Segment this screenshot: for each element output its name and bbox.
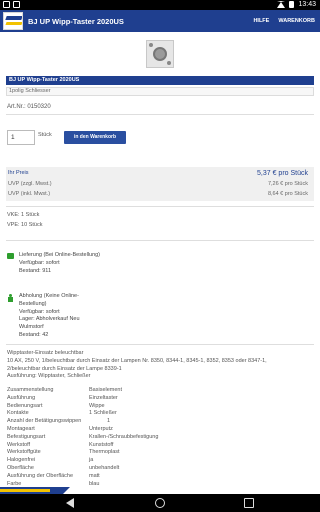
spec-row: Ausführung Einzeltaster — [7, 395, 207, 403]
add-to-cart-button[interactable]: in den Warenkorb — [64, 131, 126, 144]
spec-key: Oberfläche — [7, 464, 34, 471]
delivery-line: Verfügbar: sofort — [19, 259, 60, 266]
battery-icon — [289, 1, 295, 8]
app-bar: BJ UP Wipp-Taster 2020US HILFE WARENKORB — [0, 10, 320, 32]
spec-row: Oberfläche unbehandelt — [7, 465, 207, 473]
divider — [6, 114, 314, 115]
pickup-line: Wulmstorf — [19, 324, 44, 331]
spec-row: Bedienungsart Wippe — [7, 403, 207, 411]
wifi-icon — [277, 1, 286, 8]
product-subtitle: 1polig Schliesser — [6, 87, 314, 96]
spec-key: Kontakte — [7, 410, 29, 417]
price-row-uvp-incl: UVP (inkl. Mwst.) 8,64 € pro Stück — [6, 191, 314, 200]
divider — [6, 240, 314, 241]
back-icon[interactable] — [66, 498, 74, 508]
description-line: Wipptaster-Einsatz beleuchtbar — [7, 350, 84, 356]
spec-row: Anzahl der Betätigungswippen 1 — [7, 418, 207, 426]
uvp-excl-value: 7,26 € pro Stück — [267, 181, 308, 187]
delivery-line: Lieferung (Bei Online-Bestellung) — [19, 252, 101, 258]
spec-value: Krallen-/Schraubbefestigung — [89, 433, 159, 440]
spec-value: unbehandelt — [89, 464, 120, 471]
spec-value: blau — [89, 480, 100, 487]
spec-value: Wippe — [89, 402, 105, 409]
spec-value: 1 Schließer — [89, 410, 117, 417]
status-bar: 13:43 — [0, 0, 320, 10]
description-line: 10 AX, 250 V, 1/beleuchtbar durch Einsat… — [7, 357, 267, 364]
spec-key: Ausführung — [7, 394, 36, 401]
spec-row: Halogenfrei ja — [7, 457, 207, 465]
clock: 13:43 — [298, 1, 316, 8]
brand-logo[interactable] — [3, 12, 23, 30]
price-value: 5,37 € pro Stück — [257, 170, 308, 177]
quantity-unit-label: Stück — [38, 132, 52, 138]
product-description: Wipptaster-Einsatz beleuchtbar 10 AX, 25… — [7, 350, 307, 381]
spec-row: Montageart Unterputz — [7, 426, 207, 434]
spec-value: 1 — [107, 418, 111, 425]
spec-value: ja — [89, 457, 94, 464]
uvp-incl-label: UVP (inkl. Mwst.) — [8, 191, 51, 197]
spec-key: Bedienungsart — [7, 402, 43, 409]
price-row-uvp-excl: UVP (zzgl. Mwst.) 7,26 € pro Stück — [6, 181, 314, 190]
app-title: BJ UP Wipp-Taster 2020US — [28, 16, 124, 26]
spec-key: Zusammenstellung — [7, 387, 54, 393]
article-number: Art.Nr.: 0150320 — [7, 104, 51, 110]
spec-value: Kunststoff — [89, 441, 114, 448]
divider — [6, 206, 314, 207]
divider — [6, 344, 314, 345]
pickup-line: Verfügbar: sofort — [19, 308, 60, 315]
spec-value: matt — [89, 472, 100, 479]
spec-value: Unterputz — [89, 425, 113, 432]
spec-table: Zusammenstellung Basiselement Ausführung E… — [7, 387, 207, 488]
spec-row: Ausführung der Oberfläche matt — [7, 473, 207, 481]
product-image[interactable] — [146, 40, 174, 68]
spec-value: Einzeltaster — [89, 394, 118, 401]
spec-row: Zusammenstellung Basiselement — [7, 387, 207, 395]
price-box: Ihr Preis 5,37 € pro Stück UVP (zzgl. Mw… — [6, 167, 314, 201]
spec-key: Anzahl der Betätigungswippen — [7, 418, 82, 425]
help-menu-item[interactable]: HILFE — [253, 18, 269, 24]
product-title: BJ UP Wipp-Taster 2020US — [6, 76, 314, 85]
vke-text: VKE: 1 Stück — [7, 212, 40, 218]
spec-row: Kontakte 1 Schließer — [7, 410, 207, 418]
description-line: 2/beleuchtbar durch Einsatz der Lampe 83… — [7, 365, 122, 372]
uvp-incl-value: 8,64 € pro Stück — [267, 191, 308, 197]
spec-key: Ausführung der Oberfläche — [7, 472, 74, 479]
truck-icon — [7, 253, 14, 259]
spec-value: Basiselement — [89, 387, 123, 393]
notification-icon — [3, 1, 10, 8]
spec-key: Werkstoffgüte — [7, 449, 41, 456]
pickup-line: Bestand: 42 — [19, 331, 49, 338]
system-nav-bar — [0, 494, 320, 512]
spec-row: Befestigungsart Krallen-/Schraubbefestigu… — [7, 434, 207, 442]
spec-row: Werkstoffgüte Thermoplast — [7, 449, 207, 457]
cart-menu-item[interactable]: WARENKORB — [278, 18, 315, 24]
footer-brand-stripe-yellow — [0, 489, 50, 492]
recent-apps-icon[interactable] — [244, 498, 254, 508]
pickup-line: Bestellung) — [19, 300, 47, 307]
spec-key: Werkstoff — [7, 441, 31, 448]
spec-row: Werkstoff Kunststoff — [7, 442, 207, 450]
spec-key: Befestigungsart — [7, 433, 46, 440]
vpe-text: VPE: 10 Stück — [7, 222, 43, 228]
pickup-line: Lager: Abholverkauf Neu — [19, 316, 80, 323]
delivery-line: Bestand: 911 — [19, 267, 52, 274]
description-line: Ausführung: Wipptaster, Schließer — [7, 373, 91, 380]
home-icon[interactable] — [155, 498, 165, 508]
price-row-main: Ihr Preis 5,37 € pro Stück — [6, 170, 314, 179]
spec-key: Halogenfrei — [7, 457, 36, 464]
price-label: Ihr Preis — [8, 170, 29, 176]
product-image-area — [0, 32, 320, 76]
person-icon — [7, 294, 14, 302]
spec-value: Thermoplast — [89, 449, 120, 456]
pickup-line: Abholung (Keine Online- — [19, 293, 79, 299]
download-icon — [13, 1, 20, 8]
uvp-excl-label: UVP (zzgl. Mwst.) — [8, 181, 52, 187]
spec-key: Montageart — [7, 425, 35, 432]
quantity-input[interactable]: 1 — [7, 130, 35, 145]
